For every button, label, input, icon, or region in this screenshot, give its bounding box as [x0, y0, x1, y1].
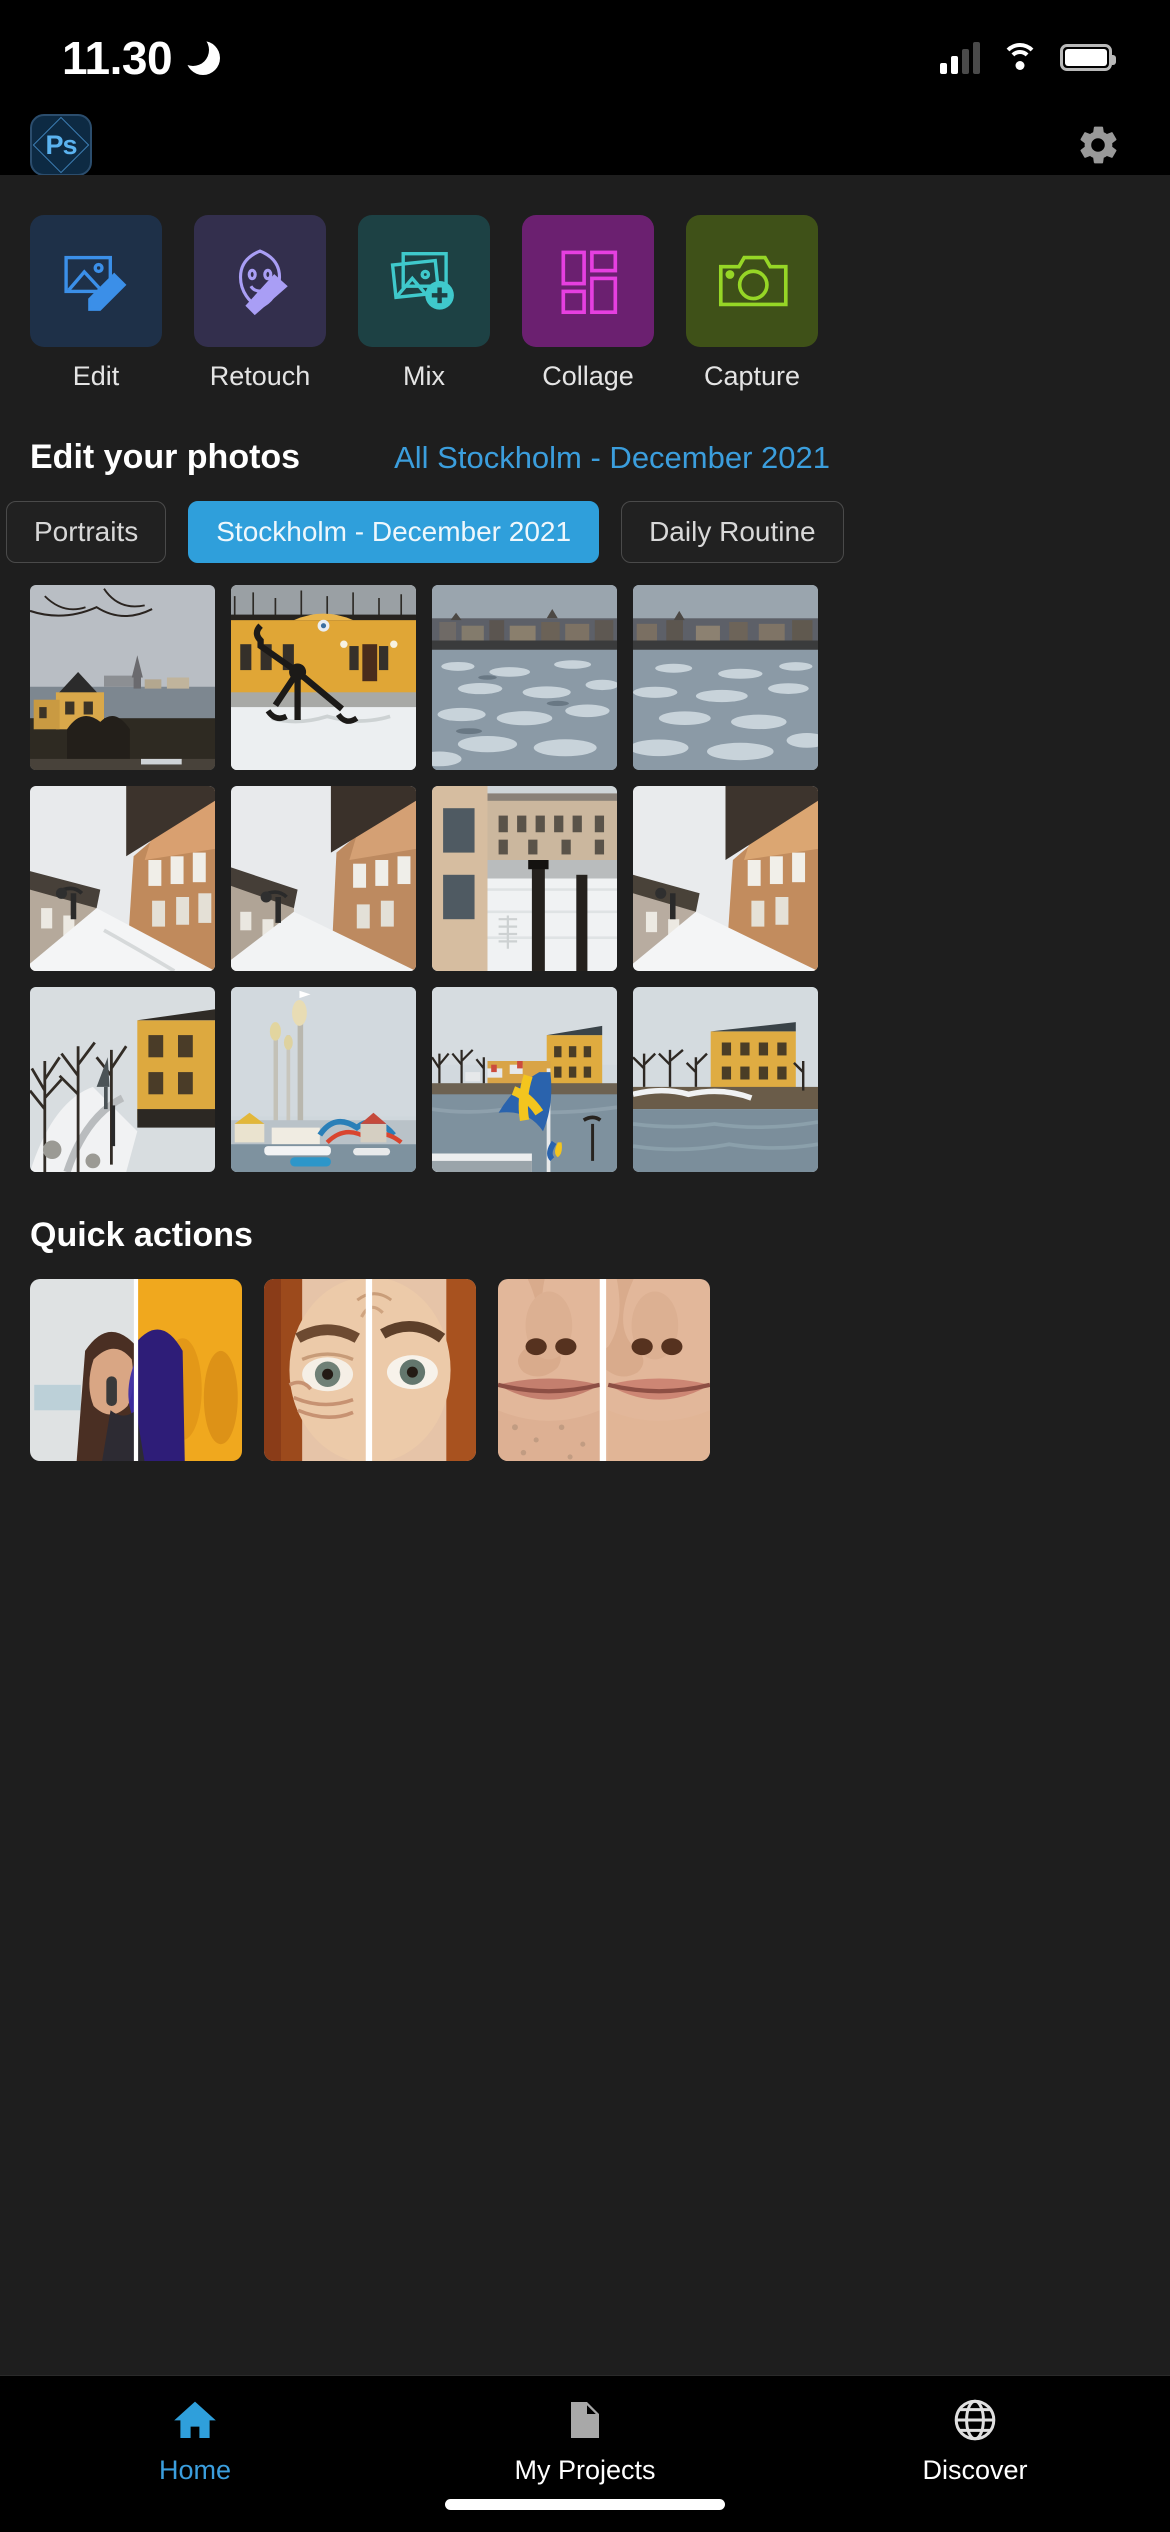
snowy-park-path-photo[interactable] [30, 987, 215, 1172]
bottom-navigation[interactable]: Home My Projects Discover [0, 2375, 1170, 2532]
wrinkle-removal-card[interactable] [264, 1279, 476, 1461]
main-content: Edit Retouch Mix Collage Capture Edit yo… [0, 175, 1170, 2375]
category-tile-capture[interactable]: Capture [686, 215, 818, 392]
category-tile-retouch[interactable]: Retouch [194, 215, 326, 392]
frozen-water-skyline-2-photo[interactable] [633, 585, 818, 770]
photo-grid[interactable] [0, 563, 1170, 1172]
face-brush-icon [238, 249, 288, 316]
nav-label-discover: Discover [922, 2455, 1028, 2485]
nav-label-home: Home [158, 2455, 232, 2485]
background-blur-card[interactable] [30, 1279, 242, 1461]
photo-row [30, 987, 1170, 1172]
page-title: Edit your photos [30, 438, 301, 476]
edit-photos-section-header: Edit your photos All Stockholm - Decembe… [0, 392, 1170, 477]
album-chip-stockholm[interactable]: Stockholm - December 2021 [188, 501, 600, 563]
photo-row [30, 585, 1170, 770]
category-tile-edit[interactable]: Edit [30, 215, 162, 392]
quick-actions-title: Quick actions [30, 1216, 253, 1254]
category-tile-label: Retouch [209, 361, 311, 391]
home-icon [174, 2401, 216, 2438]
status-time: 11.30 [62, 31, 173, 84]
smooth-skin-card[interactable] [498, 1279, 710, 1461]
rooftop-view-photo[interactable] [432, 786, 617, 971]
nav-label-my-projects: My Projects [514, 2455, 656, 2485]
logo-text: Ps [45, 129, 77, 160]
camera-icon [718, 255, 788, 307]
snowy-street-buildings-3-photo[interactable] [633, 786, 818, 971]
image-pencil-icon [64, 255, 127, 311]
retouch-tile-box[interactable] [194, 215, 326, 347]
snowy-street-buildings-2-photo[interactable] [231, 786, 416, 971]
photoshop-express-logo[interactable]: Ps [30, 114, 92, 176]
amusement-park-towers-photo[interactable] [231, 987, 416, 1172]
all-albums-link[interactable]: All Stockholm - December 2021 [394, 440, 830, 476]
grid-layout-icon [561, 250, 618, 315]
moon-icon [177, 33, 221, 75]
battery-icon [1060, 44, 1116, 71]
category-tile-label: Capture [703, 361, 801, 391]
yellow-building-waterfront-photo[interactable] [633, 987, 818, 1172]
category-tiles-carousel[interactable]: Edit Retouch Mix Collage Capture [0, 175, 1170, 392]
status-bar: 11.30 [0, 0, 1170, 115]
capture-tile-box[interactable] [686, 215, 818, 347]
photo-row [30, 786, 1170, 971]
gear-icon[interactable] [1074, 121, 1122, 169]
category-tile-label: Edit [72, 361, 120, 391]
signal-bars-icon [940, 41, 980, 74]
nav-item-my-projects[interactable]: My Projects [390, 2396, 780, 2486]
category-tile-collage[interactable]: Collage [522, 215, 654, 392]
edit-tile-box[interactable] [30, 215, 162, 347]
frozen-water-skyline-photo[interactable] [432, 585, 617, 770]
album-chips-row[interactable]: Portraits Stockholm - December 2021 Dail… [0, 477, 1170, 563]
status-bar-right [940, 41, 1116, 74]
album-chip-portraits[interactable]: Portraits [6, 501, 167, 563]
anchor-yellow-building-photo[interactable] [231, 585, 416, 770]
wifi-icon [1001, 42, 1039, 73]
nav-item-discover[interactable]: Discover [780, 2396, 1170, 2486]
category-tile-mix[interactable]: Mix [358, 215, 490, 392]
yellow-house-by-water-photo[interactable] [30, 585, 215, 770]
snowy-street-buildings-photo[interactable] [30, 786, 215, 971]
quick-actions-section: Quick actions [0, 1188, 1170, 1461]
image-plus-icon [390, 252, 454, 310]
category-tile-label: Mix [403, 361, 445, 391]
quick-actions-carousel[interactable] [0, 1255, 1170, 1461]
mix-tile-box[interactable] [358, 215, 490, 347]
app-header: Ps [0, 114, 1170, 176]
globe-icon [954, 2399, 996, 2441]
swedish-flag-harbour-photo[interactable] [432, 987, 617, 1172]
album-chip-daily-routine[interactable]: Daily Routine [621, 501, 844, 563]
status-bar-left: 11.30 [62, 31, 221, 85]
home-indicator [445, 2499, 725, 2510]
category-tile-label: Collage [542, 361, 634, 391]
folder-icon [571, 2402, 599, 2438]
collage-tile-box[interactable] [522, 215, 654, 347]
nav-item-home[interactable]: Home [0, 2396, 390, 2486]
